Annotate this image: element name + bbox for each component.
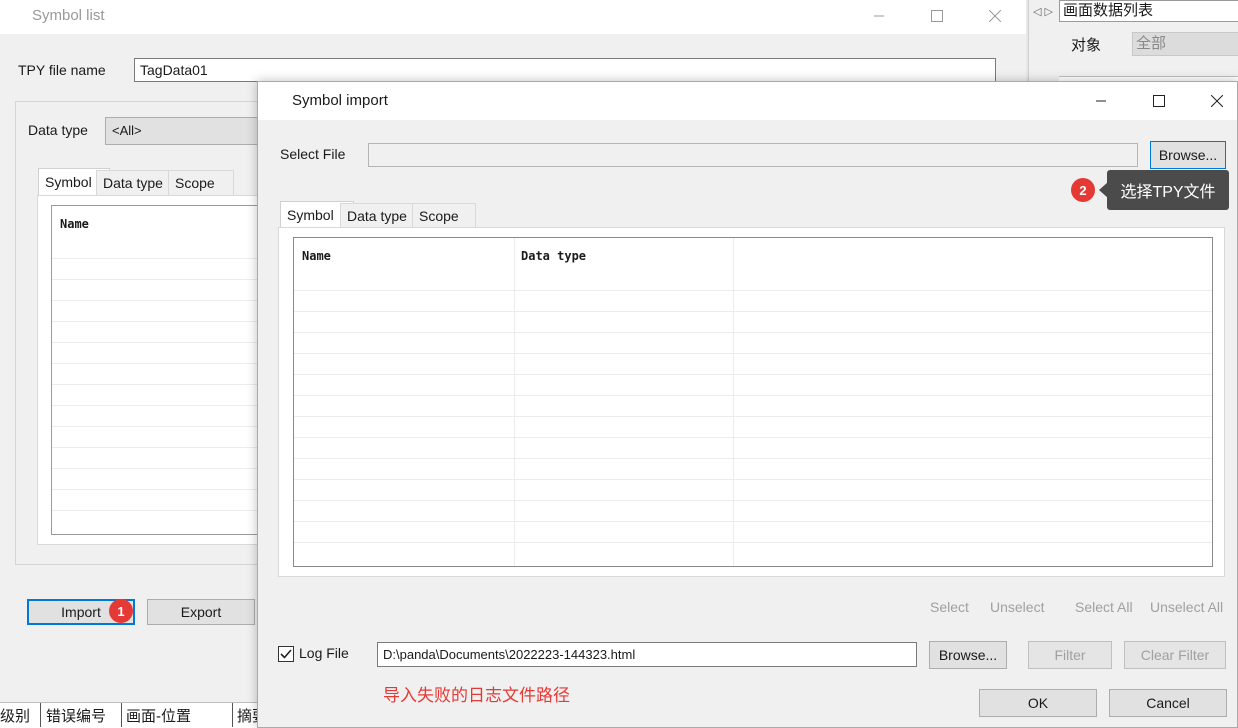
grid-line <box>52 279 270 280</box>
grid-line <box>52 405 270 406</box>
dialog-title: Symbol import <box>292 92 388 109</box>
grid-line <box>52 363 270 364</box>
panel-title-tab[interactable]: 画面数据列表 <box>1059 0 1238 22</box>
import-tabs: Symbol Data type Scope <box>280 201 580 229</box>
grid-line <box>52 426 270 427</box>
log-browse-button[interactable]: Browse... <box>929 641 1007 669</box>
col-header-name[interactable]: Name <box>60 217 89 231</box>
grid-line <box>294 416 1212 417</box>
col-error-no[interactable]: 错误编号 <box>46 705 122 726</box>
select-file-input[interactable] <box>368 143 1138 167</box>
unselect-button[interactable]: Unselect <box>990 599 1044 615</box>
grid-line <box>52 468 270 469</box>
grid-line <box>294 437 1212 438</box>
object-select[interactable]: 全部 <box>1132 32 1238 56</box>
window-title: Symbol list <box>32 7 105 24</box>
export-button[interactable]: Export <box>147 599 255 625</box>
grid-line <box>294 521 1212 522</box>
browse-file-button[interactable]: Browse... <box>1150 141 1226 169</box>
grid-line <box>52 384 270 385</box>
grid-line <box>52 447 270 448</box>
col-divider <box>232 703 233 727</box>
checkmark-icon <box>280 649 292 659</box>
panel-scroll-arrows[interactable]: ◁ ▷ <box>1029 0 1057 22</box>
col-divider <box>40 703 41 727</box>
import-symbol-table[interactable]: Name Data type <box>293 237 1213 567</box>
grid-line <box>294 290 1212 291</box>
minimize-icon[interactable] <box>1078 85 1124 117</box>
grid-line <box>52 300 270 301</box>
select-all-button[interactable]: Select All <box>1075 599 1133 615</box>
symbol-import-dialog: Symbol import Select File Browse... Symb… <box>257 81 1238 728</box>
log-path-note: 导入失败的日志文件路径 <box>383 686 570 705</box>
minimize-icon[interactable] <box>856 0 902 32</box>
col-screen-pos[interactable]: 画面-位置 <box>126 705 232 726</box>
grid-line <box>294 479 1212 480</box>
col-header-data-type[interactable]: Data type <box>521 249 586 263</box>
annotation-tooltip-2: 选择TPY文件 <box>1107 170 1229 210</box>
col-level[interactable]: 级别 <box>0 705 40 726</box>
annotation-badge-2: 2 <box>1071 178 1095 202</box>
symbol-table[interactable]: Name <box>51 205 271 535</box>
clear-filter-button[interactable]: Clear Filter <box>1124 641 1226 669</box>
col-header-name[interactable]: Name <box>302 249 331 263</box>
grid-line <box>52 321 270 322</box>
tab-scope[interactable]: Scope <box>168 170 234 195</box>
tpy-file-input[interactable]: TagData01 <box>134 58 996 82</box>
unselect-all-button[interactable]: Unselect All <box>1150 599 1223 615</box>
close-icon[interactable] <box>972 0 1018 32</box>
annotation-badge-1: 1 <box>109 599 133 623</box>
maximize-icon[interactable] <box>1136 85 1182 117</box>
grid-line <box>294 458 1212 459</box>
close-icon[interactable] <box>1194 85 1238 117</box>
tpy-file-label: TPY file name <box>18 62 106 78</box>
grid-line <box>294 374 1212 375</box>
symbol-import-titlebar: Symbol import <box>258 82 1237 120</box>
grid-line <box>294 500 1212 501</box>
maximize-icon[interactable] <box>914 0 960 32</box>
grid-line <box>52 258 270 259</box>
grid-line <box>52 489 270 490</box>
data-type-label: Data type <box>28 122 88 138</box>
col-divider <box>121 703 122 727</box>
grid-line <box>294 395 1212 396</box>
grid-line <box>294 542 1212 543</box>
grid-line <box>294 311 1212 312</box>
log-file-path-input[interactable]: D:\panda\Documents\2022223-144323.html <box>377 642 917 667</box>
log-file-label: Log File <box>299 645 349 661</box>
grid-line <box>52 510 270 511</box>
object-label: 对象 <box>1071 37 1102 54</box>
col-divider[interactable] <box>733 238 734 566</box>
symbol-list-titlebar: Symbol list <box>0 0 1026 34</box>
grid-line <box>294 332 1212 333</box>
select-file-label: Select File <box>280 146 346 162</box>
symbol-list-tabs: Symbol Data type Scope <box>38 168 268 196</box>
error-list-header: 级别 错误编号 画面-位置 摘要 <box>0 702 263 728</box>
grid-line <box>52 342 270 343</box>
data-type-select[interactable]: <All> <box>105 117 265 145</box>
grid-line <box>294 353 1212 354</box>
col-divider[interactable] <box>514 238 515 566</box>
cancel-button[interactable]: Cancel <box>1109 689 1227 717</box>
log-file-checkbox[interactable] <box>278 646 294 662</box>
ok-button[interactable]: OK <box>979 689 1097 717</box>
tab-scope[interactable]: Scope <box>412 203 476 228</box>
select-button[interactable]: Select <box>930 599 969 615</box>
filter-button[interactable]: Filter <box>1028 641 1112 669</box>
